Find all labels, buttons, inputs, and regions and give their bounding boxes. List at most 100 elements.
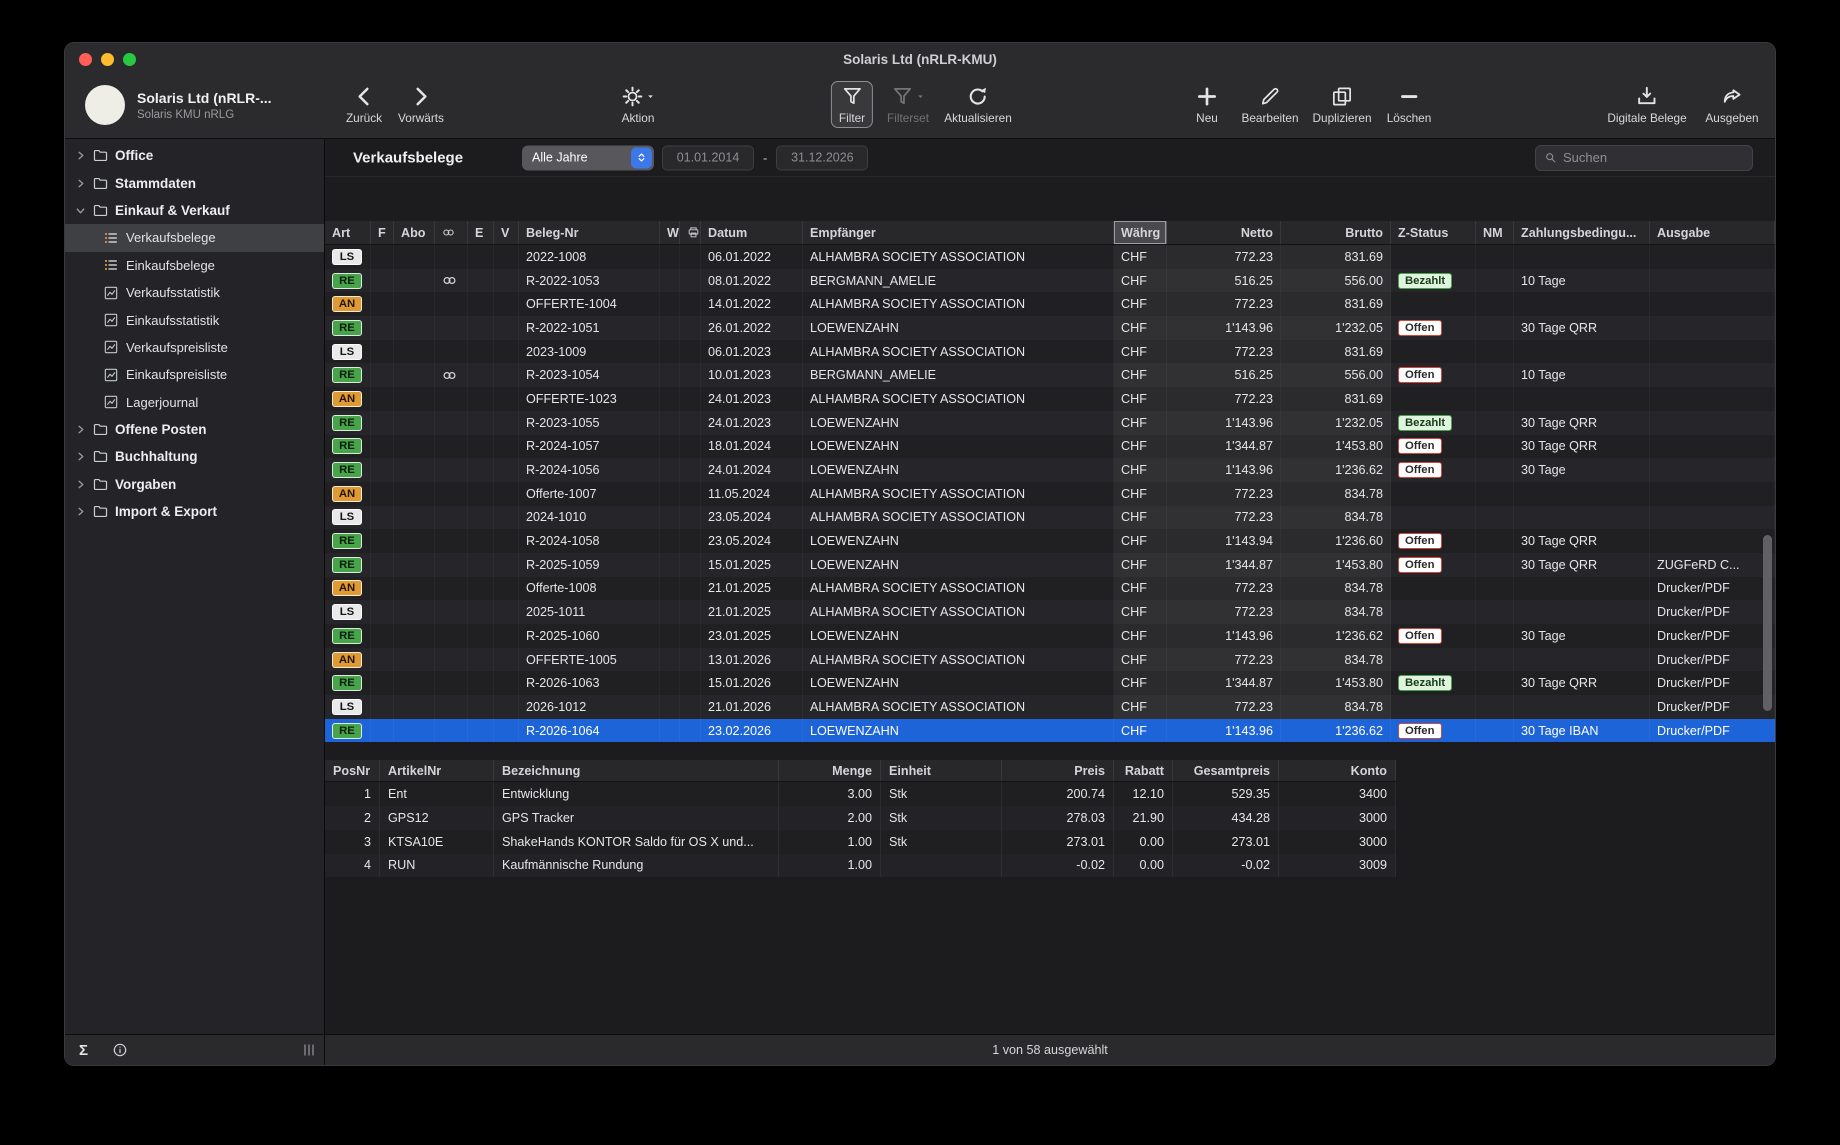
search-input[interactable] [1563,150,1744,165]
column-header-w[interactable]: W [660,221,680,244]
toolbar-button-vorwaerts[interactable]: Vorwärts [398,83,444,125]
chevron-right-icon[interactable] [73,424,87,435]
chevron-down-icon[interactable] [73,205,87,216]
chevron-right-icon[interactable] [73,150,87,161]
table-row[interactable]: LS2025-101121.01.2025ALHAMBRA SOCIETY AS… [325,600,1775,624]
cell-w [660,553,680,577]
sidebar-item-lagerjournal[interactable]: Lagerjournal [65,389,324,416]
zoom-button[interactable] [123,53,136,66]
table-row[interactable]: RER-2022-105308.01.2022BERGMANN_AMELIECH… [325,269,1775,293]
sidebar-item-import-export[interactable]: Import & Export [65,498,324,525]
chevron-right-icon[interactable] [73,178,87,189]
sidebar-resize-grip[interactable] [304,1045,314,1056]
chevron-right-icon[interactable] [73,451,87,462]
table-row[interactable]: RER-2024-105718.01.2024LOEWENZAHNCHF1'34… [325,435,1775,459]
sidebar-item-buchhaltung[interactable]: Buchhaltung [65,443,324,470]
sidebar-item-stammdaten[interactable]: Stammdaten [65,169,324,196]
table-row[interactable]: RER-2025-105915.01.2025LOEWENZAHNCHF1'34… [325,553,1775,577]
toolbar-button-aktualisieren[interactable]: Aktualisieren [944,83,1012,125]
toolbar-button-duplizieren[interactable]: Duplizieren [1312,83,1371,125]
cell-print [680,695,701,719]
chevron-right-icon[interactable] [73,479,87,490]
column-header-beleg-nr[interactable]: Beleg-Nr [519,221,660,244]
table-row[interactable]: RER-2025-106023.01.2025LOEWENZAHNCHF1'14… [325,624,1775,648]
line-item-row[interactable]: 1EntEntwicklung3.00Stk200.7412.10529.353… [325,782,1396,806]
toolbar-button-ausgeben[interactable]: Ausgeben [1705,83,1758,125]
table-row[interactable]: LS2023-100906.01.2023ALHAMBRA SOCIETY AS… [325,340,1775,364]
sidebar-item-offene-posten[interactable]: Offene Posten [65,416,324,443]
line-items-column-header-posnr[interactable]: PosNr [325,760,380,781]
sidebar-item-einkauf-verkauf[interactable]: Einkauf & Verkauf [65,197,324,224]
column-header-empfaenger[interactable]: Empfänger [803,221,1114,244]
table-row[interactable]: ANOfferte-100821.01.2025ALHAMBRA SOCIETY… [325,577,1775,601]
table-row[interactable]: RER-2024-105624.01.2024LOEWENZAHNCHF1'14… [325,458,1775,482]
sidebar-item-einkaufspreisliste[interactable]: Einkaufspreisliste [65,361,324,388]
toolbar-button-neu[interactable]: Neu [1196,83,1219,125]
line-items-column-header-einheit[interactable]: Einheit [881,760,1002,781]
toolbar-button-loeschen[interactable]: Löschen [1387,83,1432,125]
table-row[interactable]: ANOFFERTE-100414.01.2022ALHAMBRA SOCIETY… [325,292,1775,316]
info-button[interactable] [112,1042,128,1058]
column-header-printer-icon[interactable] [680,221,701,244]
sidebar-item-einkaufsbelege[interactable]: Einkaufsbelege [65,252,324,279]
table-row[interactable]: ANOFFERTE-100513.01.2026ALHAMBRA SOCIETY… [325,648,1775,672]
column-header-e[interactable]: E [468,221,494,244]
table-row[interactable]: ANOFFERTE-102324.01.2023ALHAMBRA SOCIETY… [325,387,1775,411]
column-header-zahlungsbedingu[interactable]: Zahlungsbedingu... [1514,221,1650,244]
vertical-scrollbar[interactable] [1763,535,1772,711]
line-items-column-header-konto[interactable]: Konto [1279,760,1396,781]
toolbar-button-bearbeiten[interactable]: Bearbeiten [1241,83,1298,125]
close-button[interactable] [79,53,92,66]
table-row[interactable]: LS2022-100806.01.2022ALHAMBRA SOCIETY AS… [325,245,1775,269]
cell-einheit [881,854,1002,878]
sidebar-item-einkaufsstatistik[interactable]: Einkaufsstatistik [65,306,324,333]
column-header-ausgabe[interactable]: Ausgabe [1650,221,1775,244]
column-header-netto[interactable]: Netto [1167,221,1281,244]
column-header-waehrg[interactable]: Währg [1114,221,1167,244]
sidebar-item-verkaufsstatistik[interactable]: Verkaufsstatistik [65,279,324,306]
sum-button[interactable]: Σ [79,1042,88,1059]
column-header-link-icon[interactable] [435,221,468,244]
line-items-column-header-menge[interactable]: Menge [779,760,881,781]
line-items-column-header-artikelnr[interactable]: ArtikelNr [380,760,494,781]
date-to-field[interactable] [776,145,868,170]
column-header-f[interactable]: F [371,221,394,244]
column-header-v[interactable]: V [494,221,519,244]
sidebar-item-verkaufspreisliste[interactable]: Verkaufspreisliste [65,334,324,361]
toolbar-button-digitale-belege[interactable]: Digitale Belege [1607,83,1686,125]
column-header-datum[interactable]: Datum [701,221,803,244]
chevron-right-icon[interactable] [73,506,87,517]
sidebar-item-office[interactable]: Office [65,142,324,169]
sidebar-item-verkaufsbelege[interactable]: Verkaufsbelege [65,224,324,251]
minimize-button[interactable] [101,53,114,66]
sidebar-item-vorgaben[interactable]: Vorgaben [65,471,324,498]
line-item-row[interactable]: 4RUNKaufmännische Rundung1.00-0.020.00-0… [325,854,1396,878]
table-row[interactable]: RER-2026-106423.02.2026LOEWENZAHNCHF1'14… [325,719,1775,743]
table-row[interactable]: ANOfferte-100711.05.2024ALHAMBRA SOCIETY… [325,482,1775,506]
cell-art: LS [325,340,371,364]
line-items-column-header-rabatt[interactable]: Rabatt [1114,760,1173,781]
toolbar-button-aktion[interactable]: Aktion [621,83,655,125]
table-row[interactable]: RER-2023-105410.01.2023BERGMANN_AMELIECH… [325,363,1775,387]
search-field[interactable] [1535,145,1753,171]
line-item-row[interactable]: 2GPS12GPS Tracker2.00Stk278.0321.90434.2… [325,806,1396,830]
column-header-z-status[interactable]: Z-Status [1391,221,1476,244]
column-header-abo[interactable]: Abo [394,221,435,244]
table-row[interactable]: LS2024-101023.05.2024ALHAMBRA SOCIETY AS… [325,506,1775,530]
line-items-column-header-bezeichnung[interactable]: Bezeichnung [494,760,779,781]
table-row[interactable]: RER-2024-105823.05.2024LOEWENZAHNCHF1'14… [325,529,1775,553]
line-items-column-header-gesamtpreis[interactable]: Gesamtpreis [1173,760,1279,781]
table-row[interactable]: RER-2023-105524.01.2023LOEWENZAHNCHF1'14… [325,411,1775,435]
toolbar-button-zurueck[interactable]: Zurück [346,83,382,125]
column-header-nm[interactable]: NM [1476,221,1514,244]
table-row[interactable]: RER-2026-106315.01.2026LOEWENZAHNCHF1'34… [325,671,1775,695]
column-header-brutto[interactable]: Brutto [1281,221,1391,244]
table-row[interactable]: LS2026-101221.01.2026ALHAMBRA SOCIETY AS… [325,695,1775,719]
table-row[interactable]: RER-2022-105126.01.2022LOEWENZAHNCHF1'14… [325,316,1775,340]
year-filter-dropdown[interactable]: Alle Jahre [522,145,654,170]
line-items-column-header-preis[interactable]: Preis [1002,760,1114,781]
date-from-field[interactable] [662,145,754,170]
toolbar-button-filter[interactable]: Filter [831,81,873,128]
column-header-art[interactable]: Art [325,221,371,244]
line-item-row[interactable]: 3KTSA10EShakeHands KONTOR Saldo für OS X… [325,830,1396,854]
